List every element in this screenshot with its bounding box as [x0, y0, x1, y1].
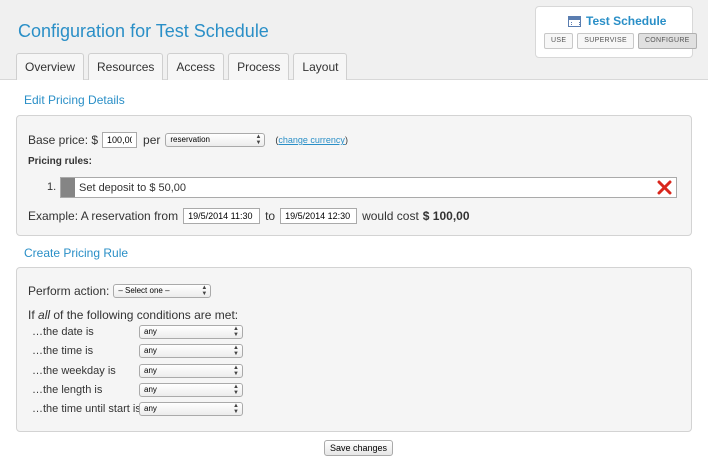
example-cost-label: would cost [362, 209, 419, 223]
example-to-input[interactable] [280, 208, 358, 224]
condition-label: …the time until start is [32, 403, 141, 415]
condition-label: …the length is [32, 384, 103, 396]
unit-select-value: reservation [170, 135, 210, 144]
save-changes-button[interactable]: Save changes [324, 440, 394, 456]
rules-label-row: Pricing rules: [28, 156, 92, 167]
calendar-icon [568, 15, 581, 27]
conditions-intro-emphasis: all [38, 308, 51, 322]
configure-button[interactable]: CONFIGURE [637, 33, 697, 49]
base-price-row: Base price: $ per reservation ▲▼ (change… [28, 132, 348, 148]
pricing-rule-item[interactable]: Set deposit to $ 50,00 [60, 177, 677, 198]
rule-number: 1. [47, 181, 57, 193]
condition-row-weekday: …the weekday is any ▲ ▼ [32, 364, 243, 378]
condition-label: …the time is [32, 345, 94, 357]
condition-date-select[interactable]: any ▲ ▼ [139, 325, 243, 339]
example-row: Example: A reservation from to would cos… [28, 208, 470, 224]
header-bar: Configuration for Test Schedule Overview… [0, 0, 708, 80]
select-arrows-icon: ▲ ▼ [233, 365, 239, 377]
drag-handle[interactable] [61, 178, 75, 197]
conditions-intro-suffix: of the following conditions are met: [53, 308, 239, 322]
condition-time-select[interactable]: any ▲ ▼ [139, 344, 243, 358]
condition-row-time-until-start: …the time until start is any ▲ ▼ [32, 402, 243, 416]
pricing-details-panel: Base price: $ per reservation ▲▼ (change… [16, 115, 692, 236]
pricing-rules-label: Pricing rules: [28, 156, 92, 167]
select-arrows-icon: ▲ ▼ [233, 326, 239, 338]
rule-text: Set deposit to $ 50,00 [79, 181, 187, 194]
per-label: per [143, 133, 161, 147]
condition-select-value: any [144, 385, 157, 394]
condition-select-value: any [144, 366, 157, 375]
perform-action-label: Perform action: [28, 284, 110, 298]
tab-bar: Overview Resources Access Process Layout [16, 53, 351, 80]
condition-time-until-start-select[interactable]: any ▲ ▼ [139, 402, 243, 416]
action-select-value: – Select one – [118, 286, 170, 295]
action-select[interactable]: – Select one – ▲ ▼ [113, 284, 212, 298]
condition-weekday-select[interactable]: any ▲ ▼ [139, 364, 243, 378]
condition-label: …the date is [32, 326, 94, 338]
edit-pricing-heading: Edit Pricing Details [24, 93, 125, 107]
select-arrows-icon: ▲ ▼ [233, 384, 239, 396]
page-title: Configuration for Test Schedule [18, 21, 269, 41]
mode-buttons: USE SUPERVISE CONFIGURE [544, 33, 701, 49]
base-price-label: Base price: $ [28, 133, 99, 147]
condition-row-length: …the length is any ▲ ▼ [32, 383, 243, 397]
supervise-button[interactable]: SUPERVISE [577, 33, 634, 49]
schedule-box: Test Schedule USE SUPERVISE CONFIGURE [535, 6, 697, 58]
example-from-input[interactable] [183, 208, 261, 224]
select-arrows-icon: ▲ ▼ [233, 345, 239, 357]
tab-overview[interactable]: Overview [16, 53, 85, 80]
conditions-intro-prefix: If [28, 308, 35, 322]
condition-label: …the weekday is [32, 365, 116, 377]
tab-process[interactable]: Process [228, 53, 290, 80]
select-arrows-icon: ▲ ▼ [255, 134, 262, 146]
delete-icon[interactable] [657, 180, 672, 195]
change-currency-link[interactable]: change currency [278, 135, 345, 145]
select-arrows-icon: ▲ ▼ [233, 403, 239, 415]
example-cost-value: $ 100,00 [422, 209, 470, 223]
unit-select[interactable]: reservation ▲ ▼ [165, 133, 266, 147]
example-to-label: to [265, 209, 276, 223]
condition-select-value: any [144, 327, 157, 336]
condition-row-time: …the time is any ▲ ▼ [32, 344, 243, 358]
perform-action-row: Perform action: – Select one – ▲ ▼ [28, 284, 212, 298]
condition-select-value: any [144, 346, 157, 355]
schedule-title: Test Schedule [586, 14, 667, 28]
schedule-title-link[interactable]: Test Schedule [568, 14, 666, 28]
example-prefix: Example: A reservation from [28, 209, 179, 223]
condition-length-select[interactable]: any ▲ ▼ [139, 383, 243, 397]
conditions-intro: If all of the following conditions are m… [28, 308, 238, 322]
base-price-input[interactable] [102, 132, 138, 148]
change-currency-wrapper: (change currency) [275, 135, 348, 145]
select-arrows-icon: ▲ ▼ [201, 285, 208, 297]
create-rule-heading: Create Pricing Rule [24, 246, 129, 260]
tab-resources[interactable]: Resources [88, 53, 164, 80]
use-button[interactable]: USE [544, 33, 574, 49]
condition-select-value: any [144, 404, 157, 413]
tab-layout[interactable]: Layout [293, 53, 348, 80]
tab-access[interactable]: Access [167, 53, 225, 80]
create-rule-panel: Perform action: – Select one – ▲ ▼ If all… [16, 267, 692, 432]
condition-row-date: …the date is any ▲ ▼ [32, 325, 243, 339]
